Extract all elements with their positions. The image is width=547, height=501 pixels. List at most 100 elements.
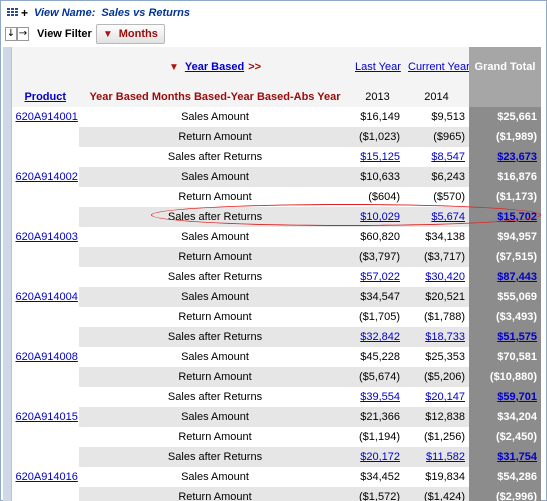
grid-menu-icon[interactable] <box>7 8 19 18</box>
metric-cell: Sales Amount <box>79 347 351 367</box>
value-2013-cell: ($5,674) <box>351 367 404 387</box>
product-cell <box>11 147 79 167</box>
table-row: 620A914008 Sales Amount $45,228 $25,353 $70,… <box>3 347 541 367</box>
table-row: Sales after Returns $15,125 $8,547 $23,673 <box>3 147 541 167</box>
product-link[interactable]: Product <box>24 91 66 103</box>
value-2013-link[interactable]: $32,842 <box>360 331 400 343</box>
metric-cell: Sales Amount <box>79 107 351 127</box>
last-year-link[interactable]: Last Year <box>355 61 401 73</box>
value-2013-link[interactable]: $39,554 <box>360 391 400 403</box>
value-2014-link[interactable]: $11,582 <box>426 451 465 463</box>
swap-arrows: ↓ → <box>5 27 29 41</box>
funnel-icon[interactable]: ▼ <box>169 62 179 73</box>
row-gutter <box>3 287 12 307</box>
arrow-right-icon[interactable]: → <box>17 27 29 41</box>
product-link[interactable]: 620A914015 <box>16 411 78 423</box>
value-2014-cell: $8,547 <box>404 147 469 167</box>
value-2013-link[interactable]: $15,125 <box>360 151 400 163</box>
grand-total-link[interactable]: $87,443 <box>497 271 537 283</box>
row-gutter <box>3 107 12 127</box>
table-row: Sales after Returns $20,172 $11,582 $31,754 <box>3 447 541 467</box>
grand-total-cell: ($2,450) <box>469 427 541 447</box>
value-2013-link[interactable]: $10,029 <box>360 211 400 223</box>
value-2014-link[interactable]: $8,547 <box>431 151 465 163</box>
row-gutter <box>3 367 12 387</box>
grand-total-link[interactable]: $31,754 <box>497 451 537 463</box>
header-blank <box>11 47 79 87</box>
metric-cell: Sales after Returns <box>79 327 351 347</box>
value-2014-cell: $5,674 <box>404 207 469 227</box>
table-row: 620A914004 Sales Amount $34,547 $20,521 $55,… <box>3 287 541 307</box>
product-cell <box>11 487 79 501</box>
product-cell: 620A914001 <box>11 107 79 127</box>
months-filter-chip[interactable]: ▼ Months <box>95 24 165 44</box>
arrow-down-icon[interactable]: ↓ <box>5 27 17 41</box>
grand-total-cell: $70,581 <box>469 347 541 367</box>
product-cell <box>11 387 79 407</box>
table-row: Return Amount ($3,797) ($3,717) ($7,515) <box>3 247 541 267</box>
grand-total-link[interactable]: $51,575 <box>497 331 537 343</box>
table-row: Return Amount ($1,194) ($1,256) ($2,450) <box>3 427 541 447</box>
product-link[interactable]: 620A914003 <box>16 231 78 243</box>
value-2014-link[interactable]: $18,733 <box>425 331 465 343</box>
product-cell <box>11 247 79 267</box>
table-row: 620A914002 Sales Amount $10,633 $6,243 $16,8… <box>3 167 541 187</box>
value-2013-link[interactable]: $57,022 <box>360 271 400 283</box>
value-2013-cell: ($3,797) <box>351 247 404 267</box>
grand-total-link[interactable]: $23,673 <box>497 151 537 163</box>
value-2013-cell: $32,842 <box>351 327 404 347</box>
row-gutter <box>3 147 12 167</box>
value-2014-cell: ($570) <box>404 187 469 207</box>
metric-cell: Sales Amount <box>79 467 351 487</box>
metric-header: Year Based Months Based-Year Based-Abs Y… <box>79 87 351 107</box>
value-2014-cell: $12,838 <box>404 407 469 427</box>
plus-icon[interactable]: + <box>21 7 28 19</box>
row-gutter <box>3 427 12 447</box>
metric-cell: Return Amount <box>79 487 351 501</box>
metric-cell: Return Amount <box>79 247 351 267</box>
grand-total-cell: $54,286 <box>469 467 541 487</box>
product-link[interactable]: 620A914002 <box>16 171 78 183</box>
value-2014-cell: ($1,424) <box>404 487 469 501</box>
row-gutter <box>3 347 12 367</box>
product-cell: 620A914004 <box>11 287 79 307</box>
last-year-header: Last Year <box>351 47 404 87</box>
product-cell <box>11 427 79 447</box>
grand-total-cell: $25,661 <box>469 107 541 127</box>
expand-more-link[interactable]: >> <box>248 61 261 73</box>
grand-total-subheader <box>469 87 541 107</box>
row-gutter <box>3 447 12 467</box>
grand-total-link[interactable]: $59,701 <box>497 391 537 403</box>
value-2014-cell: $9,513 <box>404 107 469 127</box>
current-year-link[interactable]: Current Year <box>408 61 469 73</box>
row-gutter <box>3 267 12 287</box>
value-2013-cell: $60,820 <box>351 227 404 247</box>
value-2014-link[interactable]: $30,420 <box>425 271 465 283</box>
grand-total-cell: $55,069 <box>469 287 541 307</box>
view-name-value: Sales vs Returns <box>101 7 191 19</box>
product-link[interactable]: 620A914008 <box>16 351 78 363</box>
value-2014-link[interactable]: $20,147 <box>425 391 465 403</box>
grand-total-link[interactable]: $15,702 <box>497 211 537 223</box>
product-link[interactable]: 620A914001 <box>16 111 78 123</box>
product-cell <box>11 447 79 467</box>
year-based-link[interactable]: Year Based <box>185 61 244 73</box>
table-row: 620A914003 Sales Amount $60,820 $34,138 $94,… <box>3 227 541 247</box>
metric-cell: Sales after Returns <box>79 147 351 167</box>
value-2014-link[interactable]: $5,674 <box>431 211 465 223</box>
value-2013-link[interactable]: $20,172 <box>360 451 400 463</box>
view-filter-label: View Filter <box>37 28 92 40</box>
value-2013-cell: $21,366 <box>351 407 404 427</box>
current-year-header: Current Year <box>404 47 469 87</box>
product-link[interactable]: 620A914016 <box>16 471 78 483</box>
pivot-table-body: 620A914001 Sales Amount $16,149 $9,513 $25,6… <box>3 107 541 501</box>
metric-cell: Sales after Returns <box>79 267 351 287</box>
value-2013-cell: $34,452 <box>351 467 404 487</box>
product-cell: 620A914015 <box>11 407 79 427</box>
row-gutter <box>3 167 12 187</box>
grand-total-cell: $15,702 <box>469 207 541 227</box>
table-row: Sales after Returns $10,029 $5,674 $15,702 <box>3 207 541 227</box>
metric-cell: Return Amount <box>79 367 351 387</box>
grand-total-cell: ($3,493) <box>469 307 541 327</box>
product-link[interactable]: 620A914004 <box>16 291 78 303</box>
